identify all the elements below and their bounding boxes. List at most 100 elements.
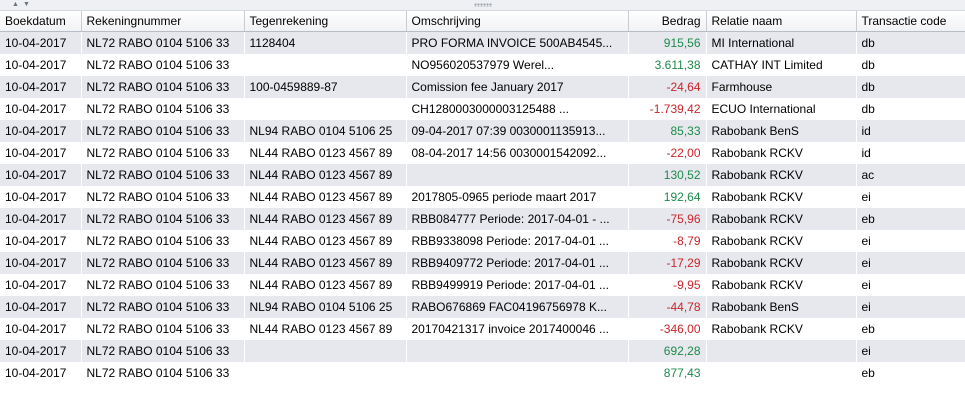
cell-tegenrekening[interactable]: NL94 RABO 0104 5106 25 [244,296,406,318]
table-row[interactable]: 10-04-2017 NL72 RABO 0104 5106 33 NL44 RAB… [0,186,965,208]
cell-rekeningnummer[interactable]: NL72 RABO 0104 5106 33 [81,32,244,55]
cell-rekeningnummer[interactable]: NL72 RABO 0104 5106 33 [81,318,244,340]
cell-transactie-code[interactable]: db [856,32,965,55]
cell-relatie-naam[interactable]: Rabobank RCKV [706,164,856,186]
table-row[interactable]: 10-04-2017 NL72 RABO 0104 5106 33 NL44 RAB… [0,318,965,340]
cell-omschrijving[interactable]: RBB9338098 Periode: 2017-04-01 ... [406,230,628,252]
column-header-tegenrekening[interactable]: Tegenrekening [244,11,407,32]
cell-transactie-code[interactable]: eb [856,208,965,230]
cell-omschrijving[interactable] [406,164,628,186]
column-header-rekeningnummer[interactable]: Rekeningnummer [81,11,245,32]
table-row[interactable]: 10-04-2017 NL72 RABO 0104 5106 33 1128404 P… [0,31,965,55]
cell-omschrijving[interactable] [406,362,628,384]
cell-tegenrekening[interactable]: NL44 RABO 0123 4567 89 [244,252,406,274]
cell-tegenrekening[interactable]: NL44 RABO 0123 4567 89 [244,142,406,164]
cell-transactie-code[interactable]: ac [856,164,965,186]
cell-transactie-code[interactable]: ei [856,186,965,208]
cell-relatie-naam[interactable]: ECUO International [706,98,856,120]
cell-boekdatum[interactable]: 10-04-2017 [0,54,81,76]
cell-transactie-code[interactable]: id [856,142,965,164]
cell-omschrijving[interactable]: RBB9409772 Periode: 2017-04-01 ... [406,252,628,274]
cell-omschrijving[interactable]: Comission fee January 2017 [406,76,628,98]
cell-bedrag[interactable]: -44,78 [628,296,706,318]
cell-bedrag[interactable]: 692,28 [628,340,706,362]
cell-boekdatum[interactable]: 10-04-2017 [0,120,81,142]
column-header-bedrag[interactable]: Bedrag [628,11,707,32]
cell-rekeningnummer[interactable]: NL72 RABO 0104 5106 33 [81,76,244,98]
cell-tegenrekening[interactable] [244,340,406,362]
cell-boekdatum[interactable]: 10-04-2017 [0,98,81,120]
cell-bedrag[interactable]: -75,96 [628,208,706,230]
cell-boekdatum[interactable]: 10-04-2017 [0,252,81,274]
column-header-relatie-naam[interactable]: Relatie naam [706,11,857,32]
cell-omschrijving[interactable]: PRO FORMA INVOICE 500AB4545... [406,32,628,55]
cell-tegenrekening[interactable]: NL44 RABO 0123 4567 89 [244,318,406,340]
cell-boekdatum[interactable]: 10-04-2017 [0,208,81,230]
cell-bedrag[interactable]: -9,95 [628,274,706,296]
cell-bedrag[interactable]: 915,56 [628,32,706,55]
column-header-transactie-code[interactable]: Transactie code [856,11,965,32]
table-row[interactable]: 10-04-2017 NL72 RABO 0104 5106 33 NL44 RAB… [0,252,965,274]
cell-boekdatum[interactable]: 10-04-2017 [0,142,81,164]
cell-transactie-code[interactable]: db [856,54,965,76]
cell-relatie-naam[interactable]: Farmhouse [706,76,856,98]
column-header-omschrijving[interactable]: Omschrijving [406,11,629,32]
cell-tegenrekening[interactable] [244,362,406,384]
table-row[interactable]: 10-04-2017 NL72 RABO 0104 5106 33 100-0459… [0,76,965,98]
cell-tegenrekening[interactable]: NL44 RABO 0123 4567 89 [244,274,406,296]
cell-boekdatum[interactable]: 10-04-2017 [0,230,81,252]
cell-boekdatum[interactable]: 10-04-2017 [0,164,81,186]
cell-transactie-code[interactable]: eb [856,318,965,340]
cell-relatie-naam[interactable]: Rabobank RCKV [706,186,856,208]
cell-rekeningnummer[interactable]: NL72 RABO 0104 5106 33 [81,362,244,384]
cell-relatie-naam[interactable]: Rabobank RCKV [706,208,856,230]
table-row[interactable]: 10-04-2017 NL72 RABO 0104 5106 33 NL44 RAB… [0,142,965,164]
cell-tegenrekening[interactable]: NL44 RABO 0123 4567 89 [244,164,406,186]
cell-relatie-naam[interactable]: Rabobank RCKV [706,318,856,340]
table-row[interactable]: 10-04-2017 NL72 RABO 0104 5106 33 692,28 ei [0,340,965,362]
cell-boekdatum[interactable]: 10-04-2017 [0,76,81,98]
cell-omschrijving[interactable]: NO956020537979 Werel... [406,54,628,76]
cell-omschrijving[interactable]: 2017805-0965 periode maart 2017 [406,186,628,208]
cell-rekeningnummer[interactable]: NL72 RABO 0104 5106 33 [81,208,244,230]
column-header-boekdatum[interactable]: Boekdatum [0,11,82,32]
cell-rekeningnummer[interactable]: NL72 RABO 0104 5106 33 [81,186,244,208]
cell-transactie-code[interactable]: ei [856,252,965,274]
cell-tegenrekening[interactable]: 1128404 [244,32,406,55]
cell-omschrijving[interactable]: RBB084777 Periode: 2017-04-01 - ... [406,208,628,230]
table-row[interactable]: 10-04-2017 NL72 RABO 0104 5106 33 NL44 RAB… [0,274,965,296]
cell-boekdatum[interactable]: 10-04-2017 [0,362,81,384]
cell-boekdatum[interactable]: 10-04-2017 [0,318,81,340]
cell-omschrijving[interactable]: CH1280003000003125488 ... [406,98,628,120]
cell-omschrijving[interactable]: RBB9499919 Periode: 2017-04-01 ... [406,274,628,296]
cell-transactie-code[interactable]: db [856,98,965,120]
cell-bedrag[interactable]: -24,64 [628,76,706,98]
cell-omschrijving[interactable]: 08-04-2017 14:56 0030001542092... [406,142,628,164]
cell-transactie-code[interactable]: ei [856,296,965,318]
cell-rekeningnummer[interactable]: NL72 RABO 0104 5106 33 [81,230,244,252]
cell-rekeningnummer[interactable]: NL72 RABO 0104 5106 33 [81,296,244,318]
cell-transactie-code[interactable]: id [856,120,965,142]
cell-tegenrekening[interactable] [244,54,406,76]
cell-bedrag[interactable]: -8,79 [628,230,706,252]
cell-transactie-code[interactable]: eb [856,362,965,384]
table-row[interactable]: 10-04-2017 NL72 RABO 0104 5106 33 NL44 RAB… [0,208,965,230]
cell-bedrag[interactable]: -346,00 [628,318,706,340]
cell-tegenrekening[interactable]: 100-0459889-87 [244,76,406,98]
cell-bedrag[interactable]: 130,52 [628,164,706,186]
cell-transactie-code[interactable]: db [856,76,965,98]
cell-omschrijving[interactable]: RABO676869 FAC04196756978 K... [406,296,628,318]
table-row[interactable]: 10-04-2017 NL72 RABO 0104 5106 33 NO956020… [0,54,965,76]
cell-tegenrekening[interactable]: NL44 RABO 0123 4567 89 [244,230,406,252]
cell-bedrag[interactable]: -22,00 [628,142,706,164]
cell-boekdatum[interactable]: 10-04-2017 [0,186,81,208]
cell-relatie-naam[interactable]: Rabobank RCKV [706,252,856,274]
cell-boekdatum[interactable]: 10-04-2017 [0,32,81,55]
cell-bedrag[interactable]: 877,43 [628,362,706,384]
cell-bedrag[interactable]: 85,33 [628,120,706,142]
cell-omschrijving[interactable] [406,340,628,362]
cell-boekdatum[interactable]: 10-04-2017 [0,296,81,318]
cell-bedrag[interactable]: 192,64 [628,186,706,208]
cell-relatie-naam[interactable]: CATHAY INT Limited [706,54,856,76]
cell-relatie-naam[interactable]: MI International [706,32,856,55]
